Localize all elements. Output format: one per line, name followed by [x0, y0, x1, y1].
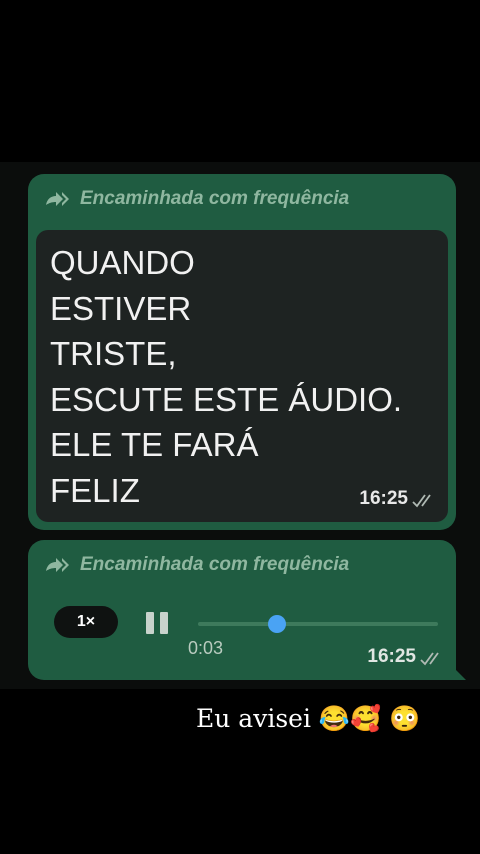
image-text-line: TRISTE, [50, 335, 177, 373]
forward-icon [46, 558, 69, 572]
forwarded-label: Encaminhada com frequência [44, 188, 349, 210]
video-caption: Eu avisei 😂🥰 😳 [196, 704, 421, 733]
image-text-line: ESTIVER [50, 289, 192, 327]
forwarded-image-message[interactable]: Encaminhada com frequência QUANDO ESTIVE… [28, 174, 456, 530]
image-text-line: ELE TE FARÁ [50, 426, 259, 464]
image-text-line: QUANDO [50, 244, 195, 281]
playback-speed-button[interactable]: 1× [54, 606, 118, 638]
image-text-line: FELIZ [50, 471, 140, 509]
image-text: QUANDO ESTIVER TRISTE, ESCUTE ESTE ÁUDIO… [50, 240, 402, 514]
message-timestamp: 16:25 [359, 488, 408, 509]
audio-progress-bar[interactable] [198, 615, 438, 633]
image-text-line: ESCUTE ESTE ÁUDIO. [50, 380, 403, 418]
forwarded-text: Encaminhada com frequência [80, 188, 350, 209]
forward-icon [46, 192, 69, 206]
audio-duration: 0:03 [188, 638, 224, 658]
image-attachment[interactable]: QUANDO ESTIVER TRISTE, ESCUTE ESTE ÁUDIO… [36, 230, 448, 522]
read-receipt-icon [412, 494, 431, 508]
message-timestamp: 16:25 [367, 646, 416, 667]
pause-icon[interactable] [146, 612, 170, 634]
forwarded-audio-message[interactable]: Encaminhada com frequência 1× 0:03 16:25 [28, 540, 456, 680]
forwarded-label: Encaminhada com frequência [44, 554, 349, 576]
read-receipt-icon [420, 652, 439, 666]
bubble-tail [454, 668, 466, 680]
audio-progress-knob[interactable] [268, 615, 287, 633]
forwarded-text: Encaminhada com frequência [80, 554, 350, 575]
